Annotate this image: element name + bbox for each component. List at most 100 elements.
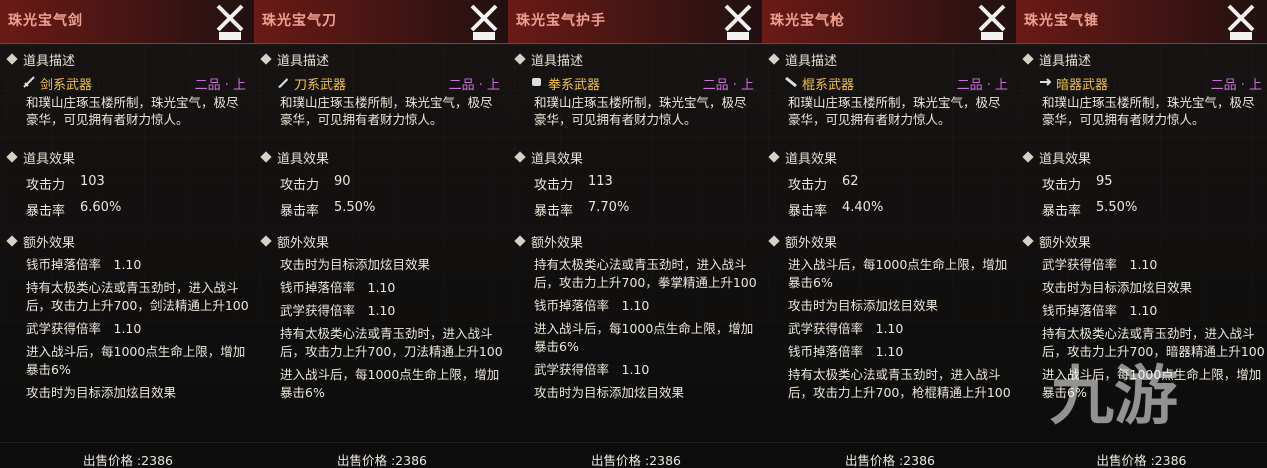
extra-effect: 进入战斗后，每1000点生命上限，增加暴击6%: [788, 257, 1008, 290]
stat-crit-value: 4.40%: [842, 200, 884, 215]
panel-header: 珠光宝气剑: [0, 0, 256, 44]
tooltip-strip: 珠光宝气剑 道具描述 剑系武器 二品 · 上 和璞山庄琢玉楼所制，珠光宝气，极尽…: [0, 0, 1267, 468]
panel-header: 珠光宝气枪: [762, 0, 1018, 44]
extra-effect: 持有太极类心法或青玉劲时，进入战斗后，攻击力上升700，剑法精通上升100: [26, 280, 249, 313]
section-header-effect: 道具效果: [4, 148, 250, 167]
section-header-extra: 额外效果: [4, 232, 250, 251]
section-header-description: 道具描述: [1020, 50, 1266, 69]
item-title: 珠光宝气护手: [516, 13, 606, 29]
section-header-effect: 道具效果: [258, 148, 504, 167]
item-description: 和璞山庄琢玉楼所制，珠光宝气，极尽豪华，可见拥有者财力惊人。: [26, 95, 239, 127]
item-grade: 二品 · 上: [956, 78, 1008, 93]
panel-header: 珠光宝气刀: [254, 0, 510, 44]
weapon-emblem-icon: [724, 4, 752, 40]
item-grade: 二品 · 上: [448, 78, 500, 93]
item-grade: 二品 · 上: [194, 78, 246, 93]
item-tooltip-panel: 珠光宝气枪 道具描述 棍系武器 二品 · 上 和璞山庄琢玉楼所制，珠光宝气，极尽…: [762, 0, 1018, 468]
extra-effect: 武学获得倍率 1.10: [1042, 257, 1158, 272]
sell-price: 出售价格 :2386: [337, 453, 427, 468]
extra-effects-list: 钱币掉落倍率 1.10 持有太极类心法或青玉劲时，进入战斗后，攻击力上升700，…: [26, 256, 252, 407]
section-header-description: 道具描述: [4, 50, 250, 69]
item-description: 和璞山庄琢玉楼所制，珠光宝气，极尽豪华，可见拥有者财力惊人。: [534, 95, 747, 127]
item-grade: 二品 · 上: [702, 78, 754, 93]
extra-effect: 进入战斗后，每1000点生命上限，增加暴击6%: [1042, 367, 1262, 400]
item-tooltip-panel: 珠光宝气锥 道具描述 暗器武器 二品 · 上 和璞山庄琢玉楼所制，珠光宝气，极尽…: [1016, 0, 1267, 468]
stat-attack: 攻击力 90: [280, 174, 351, 193]
extra-effects-list: 进入战斗后，每1000点生命上限，增加暴击6% 攻击时为目标添加炫目效果 武学获…: [788, 256, 1014, 407]
extra-effect: 武学获得倍率 1.10: [26, 321, 142, 336]
section-header-effect: 道具效果: [1020, 148, 1266, 167]
fist-icon: [532, 78, 541, 86]
weapon-type: 暗器武器: [1056, 78, 1109, 93]
item-tooltip-panel: 珠光宝气刀 道具描述 刀系武器 二品 · 上 和璞山庄琢玉楼所制，珠光宝气，极尽…: [254, 0, 510, 468]
stat-attack-value: 95: [1096, 174, 1113, 189]
extra-effect: 武学获得倍率 1.10: [788, 321, 904, 336]
sell-price: 出售价格 :2386: [1096, 453, 1187, 468]
sell-price: 出售价格 :2386: [83, 453, 173, 468]
stat-crit-value: 7.70%: [588, 200, 630, 215]
extra-effect: 攻击时为目标添加炫目效果: [534, 385, 685, 400]
item-description: 和璞山庄琢玉楼所制，珠光宝气，极尽豪华，可见拥有者财力惊人。: [1042, 95, 1255, 127]
stat-crit-value: 5.50%: [334, 200, 376, 215]
extra-effect: 持有太极类心法或青玉劲时，进入战斗后，攻击力上升700，刀法精通上升100: [280, 326, 503, 359]
extra-effect: 持有太极类心法或青玉劲时，进入战斗后，攻击力上升700，枪棍精通上升100: [788, 367, 1011, 400]
extra-effect: 持有太极类心法或青玉劲时，进入战斗后，攻击力上升700，拳掌精通上升100: [534, 257, 757, 290]
stat-attack-value: 62: [842, 174, 859, 189]
item-tooltip-panel: 珠光宝气剑 道具描述 剑系武器 二品 · 上 和璞山庄琢玉楼所制，珠光宝气，极尽…: [0, 0, 256, 468]
sell-price: 出售价格 :2386: [591, 453, 681, 468]
extra-effect: 攻击时为目标添加炫目效果: [1042, 280, 1193, 295]
weapon-type-row: 暗器武器 二品 · 上: [1038, 74, 1262, 93]
weapon-type-row: 棍系武器 二品 · 上: [784, 74, 1008, 93]
stat-crit-value: 6.60%: [80, 200, 122, 215]
section-header-description: 道具描述: [512, 50, 758, 69]
extra-effect: 钱币掉落倍率 1.10: [1042, 303, 1158, 318]
stat-attack: 攻击力 95: [1042, 174, 1113, 193]
extra-effect: 武学获得倍率 1.10: [280, 303, 396, 318]
weapon-emblem-icon: [470, 4, 498, 40]
blade-icon: [278, 78, 288, 88]
extra-effect: 钱币掉落倍率 1.10: [788, 344, 904, 359]
weapon-type-row: 刀系武器 二品 · 上: [276, 74, 500, 93]
extra-effect: 进入战斗后，每1000点生命上限，增加暴击6%: [26, 344, 246, 377]
stat-attack-value: 113: [588, 174, 613, 189]
extra-effect: 攻击时为目标添加炫目效果: [788, 298, 939, 313]
stat-attack: 攻击力 62: [788, 174, 859, 193]
extra-effect: 钱币掉落倍率 1.10: [534, 298, 650, 313]
weapon-emblem-icon: [1227, 4, 1255, 40]
section-header-effect: 道具效果: [512, 148, 758, 167]
stat-crit: 暴击率 5.50%: [280, 200, 376, 219]
item-description: 和璞山庄琢玉楼所制，珠光宝气，极尽豪华，可见拥有者财力惊人。: [280, 95, 493, 127]
weapon-type-row: 拳系武器 二品 · 上: [530, 74, 754, 93]
extra-effects-list: 攻击时为目标添加炫目效果 钱币掉落倍率 1.10 武学获得倍率 1.10 持有太…: [280, 256, 506, 407]
stat-crit: 暴击率 4.40%: [788, 200, 884, 219]
section-header-extra: 额外效果: [512, 232, 758, 251]
stat-crit: 暴击率 5.50%: [1042, 200, 1138, 219]
panel-header: 珠光宝气护手: [508, 0, 764, 44]
stat-attack: 攻击力 103: [26, 174, 105, 193]
extra-effect: 攻击时为目标添加炫目效果: [280, 257, 431, 272]
stat-attack-value: 90: [334, 174, 351, 189]
extra-effect: 攻击时为目标添加炫目效果: [26, 385, 177, 400]
section-header-extra: 额外效果: [258, 232, 504, 251]
extra-effect: 武学获得倍率 1.10: [534, 362, 650, 377]
section-header-extra: 额外效果: [1020, 232, 1266, 251]
item-grade: 二品 · 上: [1210, 78, 1262, 93]
weapon-emblem-icon: [216, 4, 244, 40]
weapon-type: 剑系武器: [40, 78, 93, 93]
extra-effect: 持有太极类心法或青玉劲时，进入战斗后，攻击力上升700，暗器精通上升100: [1042, 326, 1265, 359]
weapon-emblem-icon: [978, 4, 1006, 40]
section-header-description: 道具描述: [258, 50, 504, 69]
section-header-description: 道具描述: [766, 50, 1012, 69]
stat-crit-value: 5.50%: [1096, 200, 1138, 215]
dart-icon: [1040, 78, 1052, 86]
item-title: 珠光宝气剑: [8, 13, 83, 29]
sword-icon: [23, 76, 35, 88]
item-title: 珠光宝气刀: [262, 13, 337, 29]
extra-effect: 进入战斗后，每1000点生命上限，增加暴击6%: [280, 367, 500, 400]
extra-effect: 进入战斗后，每1000点生命上限，增加暴击6%: [534, 321, 754, 354]
item-title: 珠光宝气锥: [1024, 13, 1099, 29]
extra-effect: 钱币掉落倍率 1.10: [26, 257, 142, 272]
item-description: 和璞山庄琢玉楼所制，珠光宝气，极尽豪华，可见拥有者财力惊人。: [788, 95, 1001, 127]
extra-effect: 钱币掉落倍率 1.10: [280, 280, 396, 295]
sell-price: 出售价格 :2386: [845, 453, 935, 468]
